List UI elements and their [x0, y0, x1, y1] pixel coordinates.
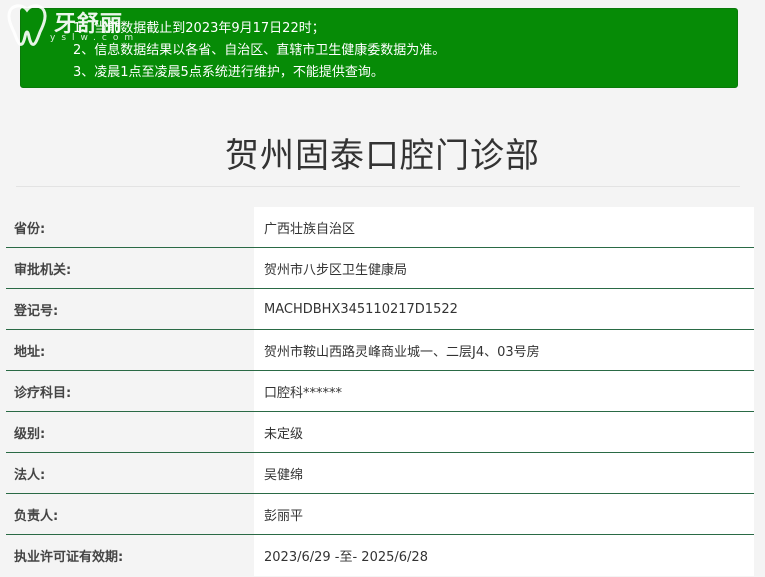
notice-line-1: 1、当前数据截止到2023年9月17日22时；: [73, 21, 325, 36]
page-title: 贺州固泰口腔门诊部: [225, 136, 540, 176]
row-label: 省份:: [6, 207, 254, 247]
info-table: 省份: 广西壮族自治区 审批机关: 贺州市八步区卫生健康局 登记号: MACHD…: [6, 207, 754, 576]
title-divider: [16, 186, 740, 187]
row-label: 级别:: [6, 412, 254, 452]
notice-banner: 1、当前数据截止到2023年9月17日22时； 2、信息数据结果以各省、自治区、…: [20, 8, 738, 88]
row-value: 吴健绵: [254, 453, 754, 493]
row-label: 诊疗科目:: [6, 371, 254, 411]
row-value: 口腔科******: [254, 371, 754, 411]
notice-line-2: 2、信息数据结果以各省、自治区、直辖市卫生健康委数据为准。: [73, 43, 446, 58]
row-value: 贺州市鞍山西路灵峰商业城一、二层J4、03号房: [254, 330, 754, 370]
row-label: 地址:: [6, 330, 254, 370]
row-value: 彭丽平: [254, 494, 754, 534]
row-label: 执业许可证有效期:: [6, 535, 254, 576]
table-row-address: 地址: 贺州市鞍山西路灵峰商业城一、二层J4、03号房: [6, 330, 754, 371]
row-value: MACHDBHX345110217D1522: [254, 289, 754, 329]
table-row-province: 省份: 广西壮族自治区: [6, 207, 754, 248]
table-row-level: 级别: 未定级: [6, 412, 754, 453]
table-row-approval-authority: 审批机关: 贺州市八步区卫生健康局: [6, 248, 754, 289]
table-row-legal-person: 法人: 吴健绵: [6, 453, 754, 494]
table-row-registration-number: 登记号: MACHDBHX345110217D1522: [6, 289, 754, 330]
row-label: 负责人:: [6, 494, 254, 534]
row-label: 登记号:: [6, 289, 254, 329]
notice-line-3: 3、凌晨1点至凌晨5点系统进行维护，不能提供查询。: [73, 65, 384, 80]
table-row-license-validity: 执业许可证有效期: 2023/6/29 -至- 2025/6/28: [6, 535, 754, 576]
row-value: 广西壮族自治区: [254, 207, 754, 247]
row-value: 未定级: [254, 412, 754, 452]
row-label: 审批机关:: [6, 248, 254, 288]
table-row-person-in-charge: 负责人: 彭丽平: [6, 494, 754, 535]
table-row-departments: 诊疗科目: 口腔科******: [6, 371, 754, 412]
row-value: 2023/6/29 -至- 2025/6/28: [254, 535, 754, 576]
row-label: 法人:: [6, 453, 254, 493]
row-value: 贺州市八步区卫生健康局: [254, 248, 754, 288]
